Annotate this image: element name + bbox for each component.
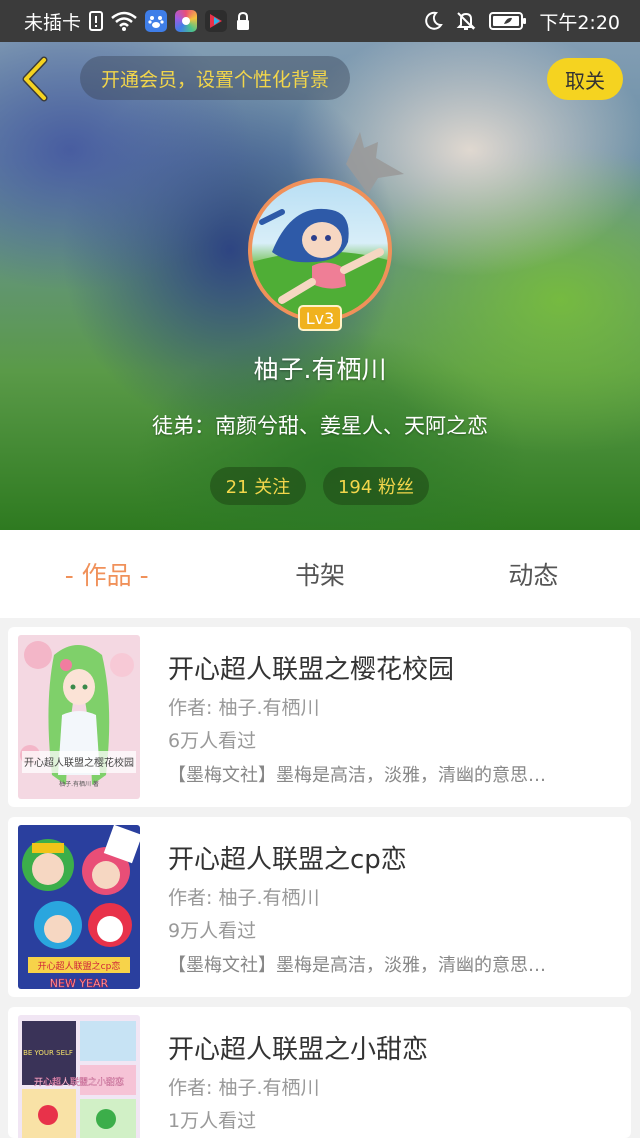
baidu-app-icon: [145, 10, 168, 32]
book-title[interactable]: 开心超人联盟之cp恋: [168, 839, 407, 876]
back-button[interactable]: [14, 54, 58, 104]
book-title[interactable]: 开心超人联盟之樱花校园: [168, 649, 454, 686]
fans-count[interactable]: 194 粉丝: [323, 467, 429, 505]
tab-activity[interactable]: 动态: [427, 556, 640, 592]
disciples-text: 徒弟：南颜兮甜、姜星人、天阿之恋: [152, 414, 488, 438]
sim-alert-icon: [89, 11, 104, 31]
book-author: 作者: 柚子.有栖川: [168, 697, 320, 719]
book-title[interactable]: 开心超人联盟之小甜恋: [168, 1029, 428, 1066]
video-app-icon: [205, 10, 228, 32]
cover-subtitle: 柚子.有栖川 著: [59, 780, 99, 788]
chevron-left-icon: [22, 56, 48, 102]
book-cover[interactable]: BE YOUR SELF 开心超人联盟之小甜恋: [18, 1015, 140, 1138]
unfollow-button[interactable]: 取关: [547, 58, 623, 100]
cover-title: 开心超人联盟之樱花校园: [24, 756, 134, 769]
gallery-app-icon: [175, 10, 198, 32]
work-card[interactable]: 开心超人联盟之樱花校园 柚子.有栖川 著 开心超人联盟之樱花校园 作者: 柚子.…: [8, 627, 631, 807]
book-author: 作者: 柚子.有栖川: [168, 1077, 320, 1099]
avatar[interactable]: [248, 178, 392, 322]
username: 柚子.有栖川: [253, 355, 387, 384]
book-views: 1万人看过: [168, 1110, 257, 1132]
moon-icon: [423, 11, 444, 31]
book-description: 【墨梅文社】墨梅是高洁，淡雅，清幽的意思…: [168, 955, 546, 976]
vip-background-prompt[interactable]: 开通会员，设置个性化背景: [80, 56, 350, 100]
cover-subtitle: BE YOUR SELF: [23, 1049, 73, 1057]
book-cover[interactable]: 开心超人联盟之樱花校园 柚子.有栖川 著: [18, 635, 140, 799]
book-views: 6万人看过: [168, 730, 257, 752]
book-author: 作者: 柚子.有栖川: [168, 887, 320, 909]
cover-title: 开心超人联盟之cp恋: [38, 960, 121, 972]
level-badge: Lv3: [298, 305, 342, 331]
book-cover[interactable]: 开心超人联盟之cp恋 NEW YEAR: [18, 825, 140, 989]
avatar-illustration: [252, 208, 388, 318]
book-description: 【墨梅文社】墨梅是高洁，淡雅，清幽的意思…: [168, 765, 546, 786]
status-bar: 未插卡 下午2:20: [0, 0, 640, 42]
cover-title: 开心超人联盟之小甜恋: [34, 1076, 124, 1088]
profile-header: 未插卡 下午2:20 开通会员，设置个性化背景 取关 Lv3 柚子.有栖川 徒弟…: [0, 0, 640, 530]
profile-tabs: - 作品 - 书架 动态: [0, 530, 640, 618]
mute-bell-icon: [455, 10, 477, 32]
carrier-text: 未插卡: [24, 11, 82, 34]
work-card[interactable]: 开心超人联盟之cp恋 NEW YEAR 开心超人联盟之cp恋 作者: 柚子.有栖…: [8, 817, 631, 997]
following-count[interactable]: 21 关注: [210, 467, 306, 505]
cover-subtitle: NEW YEAR: [50, 977, 109, 989]
tab-works[interactable]: - 作品 -: [0, 556, 213, 592]
lock-icon: [235, 11, 251, 31]
battery-icon: [489, 11, 527, 31]
clock-text: 下午2:20: [539, 11, 620, 34]
wifi-icon: [111, 11, 137, 31]
work-card[interactable]: BE YOUR SELF 开心超人联盟之小甜恋 开心超人联盟之小甜恋 作者: 柚…: [8, 1007, 631, 1138]
tab-bookshelf[interactable]: 书架: [213, 556, 426, 592]
book-views: 9万人看过: [168, 920, 257, 942]
